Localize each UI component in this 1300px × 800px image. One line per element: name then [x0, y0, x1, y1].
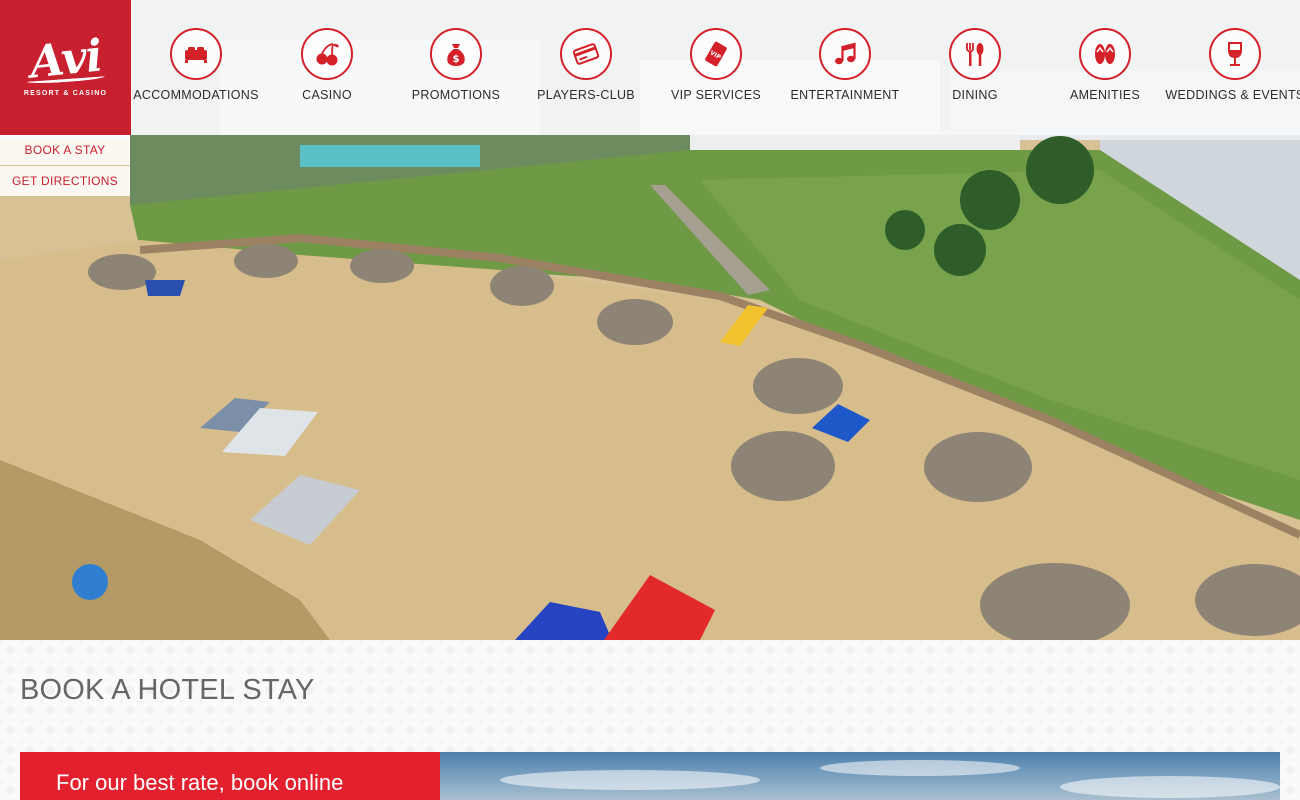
card-icon [560, 28, 612, 80]
nav-item-weddings-events[interactable]: WEDDINGS & EVENTS [1165, 28, 1300, 102]
nav-item-players-club[interactable]: PLAYERS-CLUB [521, 28, 651, 102]
cherries-icon [301, 28, 353, 80]
quick-links: BOOK A STAY GET DIRECTIONS [0, 135, 130, 197]
wine-glass-icon [1209, 28, 1261, 80]
nav-item-amenities[interactable]: AMENITIES [1040, 28, 1170, 102]
main-menu: ACCOMMODATIONS CASINO $ PROMOTIONS PLAYE… [131, 0, 1300, 135]
get-directions-link[interactable]: GET DIRECTIONS [0, 166, 130, 196]
promo-sky-image [440, 752, 1280, 800]
section-title: BOOK A HOTEL STAY [20, 674, 315, 706]
nav-item-casino[interactable]: CASINO [262, 28, 392, 102]
money-bag-icon: $ [430, 28, 482, 80]
flip-flops-icon [1079, 28, 1131, 80]
nav-label: ACCOMMODATIONS [133, 88, 259, 102]
book-a-stay-link[interactable]: BOOK A STAY [0, 135, 130, 165]
nav-label: CASINO [302, 88, 352, 102]
nav-label: AMENITIES [1069, 88, 1141, 102]
logo-subtext: RESORT & CASINO [23, 90, 108, 97]
top-navigation: Avi RESORT & CASINO ACCOMMODATIONS CASIN… [0, 0, 1300, 135]
utensils-icon [949, 28, 1001, 80]
nav-item-entertainment[interactable]: ENTERTAINMENT [780, 28, 910, 102]
nav-label: PLAYERS-CLUB [537, 88, 635, 102]
nav-label: PROMOTIONS [411, 88, 501, 102]
nav-label: DINING [952, 88, 998, 102]
svg-text:$: $ [453, 54, 460, 65]
promo-text: For our best rate, book online [56, 770, 344, 795]
nav-item-dining[interactable]: DINING [910, 28, 1040, 102]
booking-section: BOOK A HOTEL STAY For our best rate, boo… [0, 640, 1300, 800]
music-note-icon [819, 28, 871, 80]
book-online-banner[interactable]: For our best rate, book online [20, 752, 440, 800]
nav-item-accommodations[interactable]: ACCOMMODATIONS [131, 28, 261, 102]
nav-item-promotions[interactable]: $ PROMOTIONS [391, 28, 521, 102]
avi-logo[interactable]: Avi RESORT & CASINO [0, 0, 131, 135]
nav-item-vip-services[interactable]: VIP VIP SERVICES [651, 28, 781, 102]
bed-icon [170, 28, 222, 80]
nav-label: ENTERTAINMENT [790, 88, 900, 102]
vip-ticket-icon: VIP [690, 28, 742, 80]
nav-label: VIP SERVICES [671, 88, 761, 102]
nav-label: WEDDINGS & EVENTS [1165, 88, 1300, 102]
